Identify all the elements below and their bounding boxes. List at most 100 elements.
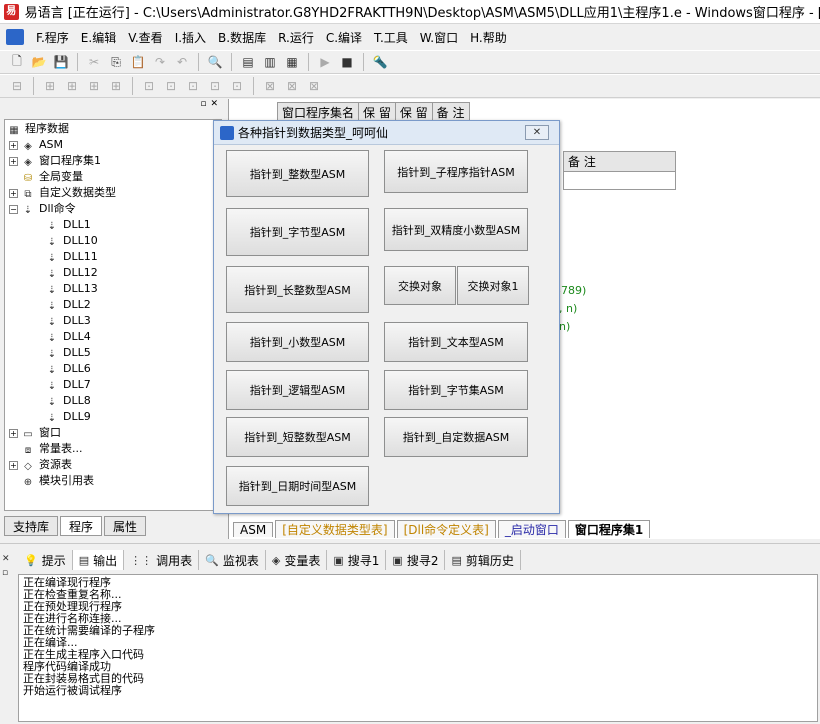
tree-node-window-program-set[interactable]: + ◈ 窗口程序集1 xyxy=(5,153,221,169)
tab-program[interactable]: 程序 xyxy=(60,516,103,536)
tab-call-stack[interactable]: ⋮⋮ 调用表 xyxy=(124,550,200,570)
dialog-title-bar[interactable]: 各种指针到数据类型_呵呵仙 ✕ xyxy=(214,121,559,145)
align-right-icon[interactable]: ⊞ xyxy=(63,77,81,95)
close-button[interactable]: ✕ xyxy=(525,125,549,140)
stop-icon[interactable]: ■ xyxy=(338,53,356,71)
tree-item-dll[interactable]: ⇣ DLL3 xyxy=(5,313,221,329)
layout-1-icon[interactable]: ▤ xyxy=(239,53,257,71)
tab-dll-defs[interactable]: [Dll命令定义表] xyxy=(396,520,496,538)
tab-window-program-set[interactable]: 窗口程序集1 xyxy=(567,520,651,538)
tree-node-window[interactable]: + ▭ 窗口 xyxy=(5,425,221,441)
copy-icon[interactable]: ⎘ xyxy=(107,53,125,71)
center-v-icon[interactable]: ⊠ xyxy=(283,77,301,95)
tree-item-dll[interactable]: ⇣ DLL9 xyxy=(5,409,221,425)
panel-close-icon[interactable]: ✕ xyxy=(210,99,218,113)
btn-double-asm[interactable]: 指针到_双精度小数型ASM xyxy=(384,208,528,251)
tab-variables[interactable]: ◈ 变量表 xyxy=(266,550,328,570)
redo-icon[interactable]: ↷ xyxy=(151,53,169,71)
run-icon[interactable]: ▶ xyxy=(316,53,334,71)
btn-swap-object1[interactable]: 交换对象1 xyxy=(457,266,529,305)
menu-window[interactable]: W.窗口 xyxy=(420,29,458,46)
tree-item-dll[interactable]: ⇣ DLL1 xyxy=(5,217,221,233)
expand-icon[interactable]: + xyxy=(9,188,18,198)
open-folder-icon[interactable]: 📂 xyxy=(30,53,48,71)
space-h-icon[interactable]: ⊡ xyxy=(206,77,224,95)
tab-search1[interactable]: ▣ 搜寻1 xyxy=(327,550,387,570)
expand-icon[interactable]: + xyxy=(9,428,18,438)
btn-text-asm[interactable]: 指针到_文本型ASM xyxy=(384,322,528,362)
panel-close-icon[interactable]: ✕ xyxy=(2,552,10,566)
menu-help[interactable]: H.帮助 xyxy=(470,29,507,46)
tree-node-module-refs[interactable]: ⊕ 模块引用表 xyxy=(5,473,221,489)
align-center-icon[interactable]: ⊞ xyxy=(41,77,59,95)
tab-support-library[interactable]: 支持库 xyxy=(4,516,59,536)
tree-item-dll[interactable]: ⇣ DLL5 xyxy=(5,345,221,361)
tree-item-dll[interactable]: ⇣ DLL6 xyxy=(5,361,221,377)
tab-properties[interactable]: 属性 xyxy=(104,516,147,536)
expand-icon[interactable]: + xyxy=(9,140,18,150)
btn-byte-asm[interactable]: 指针到_字节型ASM xyxy=(226,208,369,256)
tree-item-dll[interactable]: ⇣ DLL13 xyxy=(5,281,221,297)
tab-hint[interactable]: 💡 提示 xyxy=(18,550,73,570)
menu-edit[interactable]: E.编辑 xyxy=(81,29,116,46)
tree-item-dll[interactable]: ⇣ DLL7 xyxy=(5,377,221,393)
space-v-icon[interactable]: ⊡ xyxy=(228,77,246,95)
header-cell-empty[interactable] xyxy=(563,171,676,190)
collapse-icon[interactable]: − xyxy=(9,204,18,214)
menu-view[interactable]: V.查看 xyxy=(128,29,162,46)
tree-item-dll[interactable]: ⇣ DLL2 xyxy=(5,297,221,313)
same-width-icon[interactable]: ⊡ xyxy=(140,77,158,95)
btn-float-asm[interactable]: 指针到_小数型ASM xyxy=(226,322,369,362)
tab-asm[interactable]: ASM xyxy=(233,521,274,537)
save-icon[interactable]: 💾 xyxy=(52,53,70,71)
tab-clip-history[interactable]: ▤ 剪辑历史 xyxy=(445,550,521,570)
same-size-icon[interactable]: ⊡ xyxy=(184,77,202,95)
center-h-icon[interactable]: ⊠ xyxy=(261,77,279,95)
btn-datetime-asm[interactable]: 指针到_日期时间型ASM xyxy=(226,466,369,506)
btn-long-asm[interactable]: 指针到_长整数型ASM xyxy=(226,266,369,313)
cut-icon[interactable]: ✂ xyxy=(85,53,103,71)
debug-icon[interactable]: 🔦 xyxy=(371,53,389,71)
paste-icon[interactable]: 📋 xyxy=(129,53,147,71)
tree-node-global-vars[interactable]: ⛁ 全局变量 xyxy=(5,169,221,185)
tree-item-dll[interactable]: ⇣ DLL4 xyxy=(5,329,221,345)
align-middle-icon[interactable]: ⊞ xyxy=(107,77,125,95)
undo-icon[interactable]: ↶ xyxy=(173,53,191,71)
tree-node-root[interactable]: ▦ 程序数据 xyxy=(5,121,221,137)
tree-item-dll[interactable]: ⇣ DLL11 xyxy=(5,249,221,265)
menu-program[interactable]: F.程序 xyxy=(36,29,69,46)
tree-node-custom-types[interactable]: + ⧉ 自定义数据类型 xyxy=(5,185,221,201)
expand-icon[interactable]: + xyxy=(9,156,18,166)
menu-insert[interactable]: I.插入 xyxy=(175,29,206,46)
tree-node-constants[interactable]: ⧈ 常量表... xyxy=(5,441,221,457)
new-file-icon[interactable]: 🗋 xyxy=(8,53,26,71)
tree-node-asm[interactable]: + ◈ ASM xyxy=(5,137,221,153)
btn-custom-data-asm[interactable]: 指针到_自定数据ASM xyxy=(384,417,528,457)
tab-custom-types[interactable]: [自定义数据类型表] xyxy=(275,520,395,538)
center-both-icon[interactable]: ⊠ xyxy=(305,77,323,95)
tab-output[interactable]: ▤ 输出 xyxy=(72,550,125,570)
tab-start-window[interactable]: _启动窗口 xyxy=(497,520,566,538)
expand-icon[interactable]: + xyxy=(9,460,18,470)
menu-run[interactable]: R.运行 xyxy=(278,29,314,46)
align-top-icon[interactable]: ⊞ xyxy=(85,77,103,95)
btn-bool-asm[interactable]: 指针到_逻辑型ASM xyxy=(226,370,369,410)
tree-node-resources[interactable]: + ◇ 资源表 xyxy=(5,457,221,473)
find-icon[interactable]: 🔍 xyxy=(206,53,224,71)
tree-item-dll[interactable]: ⇣ DLL10 xyxy=(5,233,221,249)
layout-2-icon[interactable]: ▥ xyxy=(261,53,279,71)
tab-search2[interactable]: ▣ 搜寻2 xyxy=(386,550,446,570)
align-left-icon[interactable]: ⊟ xyxy=(8,77,26,95)
layout-3-icon[interactable]: ▦ xyxy=(283,53,301,71)
menu-database[interactable]: B.数据库 xyxy=(218,29,266,46)
panel-pin-icon[interactable]: ▫ xyxy=(2,566,10,580)
same-height-icon[interactable]: ⊡ xyxy=(162,77,180,95)
tab-watch[interactable]: 🔍 监视表 xyxy=(199,550,266,570)
btn-byteset-asm[interactable]: 指针到_字节集ASM xyxy=(384,370,528,410)
menu-compile[interactable]: C.编译 xyxy=(326,29,362,46)
tree-item-dll[interactable]: ⇣ DLL8 xyxy=(5,393,221,409)
menu-tools[interactable]: T.工具 xyxy=(374,29,408,46)
panel-pin-icon[interactable]: ▫ xyxy=(200,99,206,113)
tree-node-dll-commands[interactable]: − ⇣ Dll命令 xyxy=(5,201,221,217)
tree-item-dll[interactable]: ⇣ DLL12 xyxy=(5,265,221,281)
